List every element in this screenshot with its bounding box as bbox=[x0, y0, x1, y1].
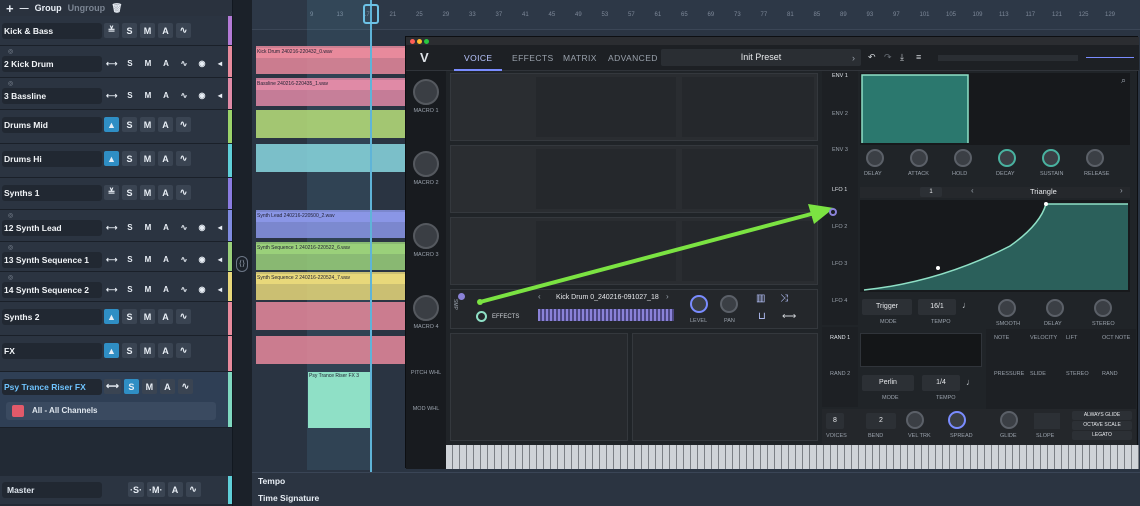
daw-window: + — Group Ungroup 🗑 Kick & Bass ≚ S M A ∿ ◎ 2 K… bbox=[0, 0, 1140, 506]
annotation-arrow bbox=[477, 204, 834, 305]
lfo-mod-source-handle[interactable] bbox=[829, 208, 837, 216]
